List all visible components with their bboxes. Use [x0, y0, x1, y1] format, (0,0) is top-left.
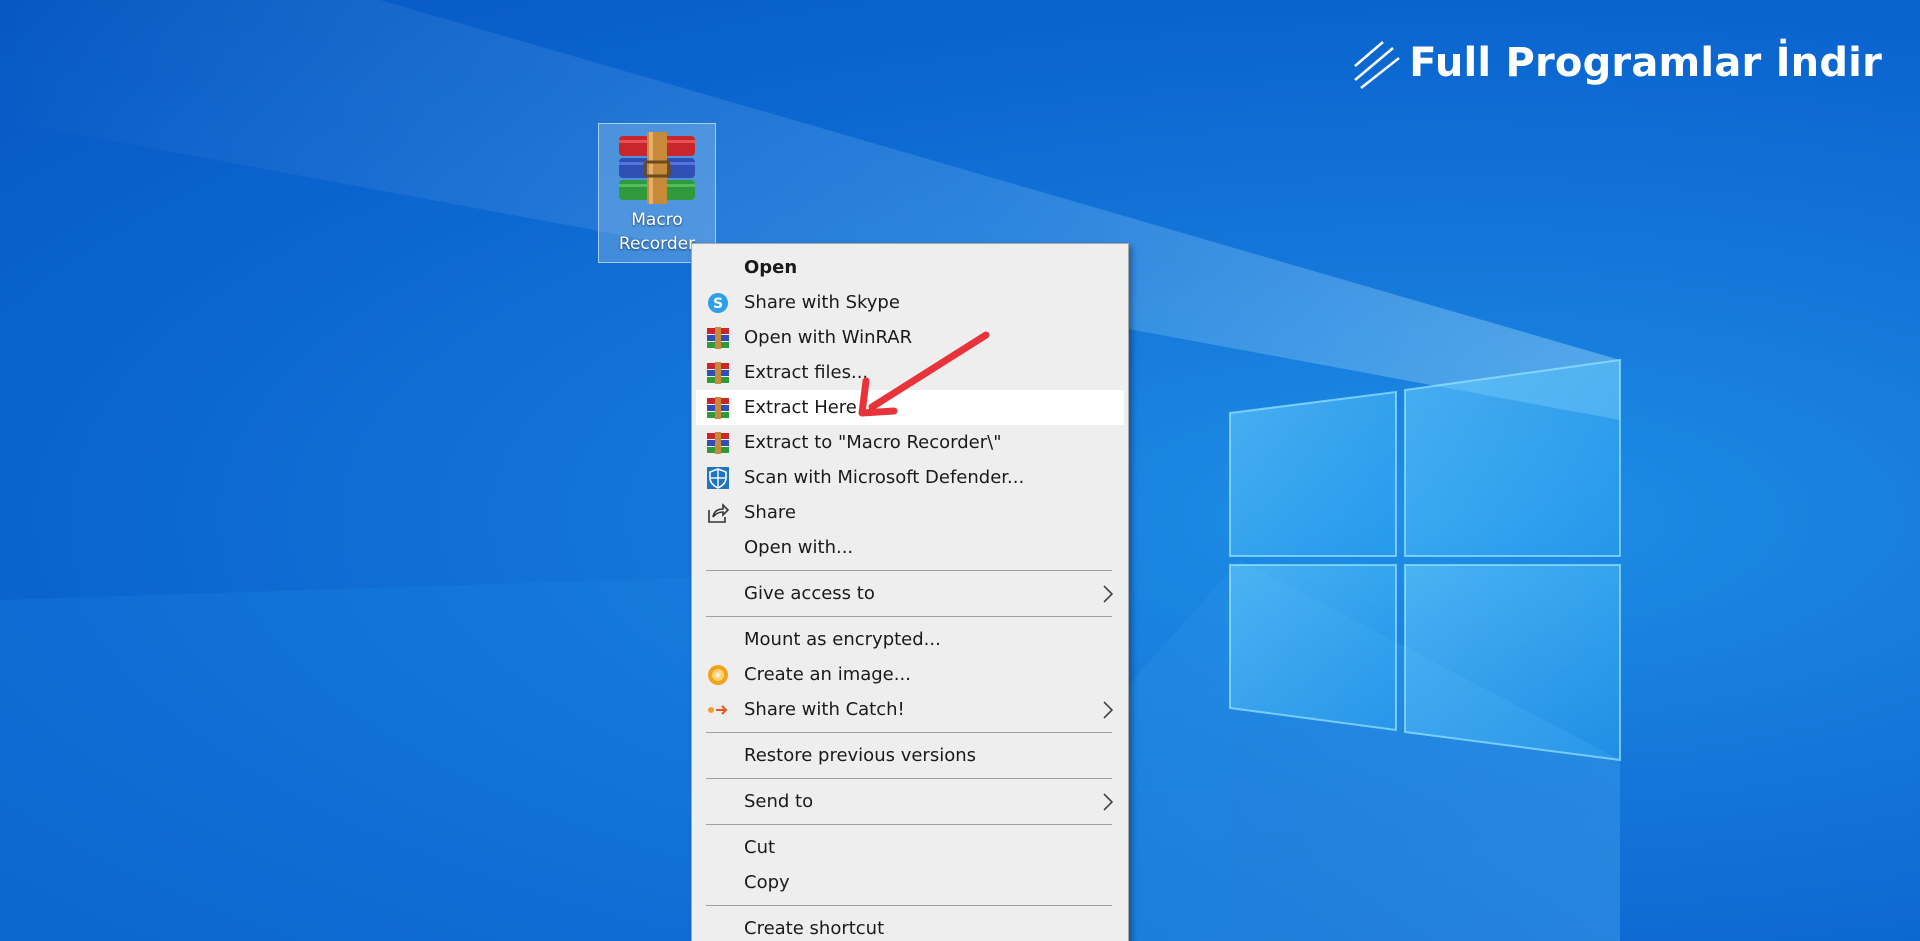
menu-item-label: Send to: [744, 791, 814, 812]
menu-item-restore-previous-versions[interactable]: Restore previous versions: [692, 738, 1128, 773]
desktop-file-icon[interactable]: Macro Recorder: [598, 123, 716, 263]
menu-separator: [706, 905, 1112, 906]
winrar-archive-icon: [619, 132, 695, 204]
menu-item-cut[interactable]: Cut: [692, 830, 1128, 865]
winrar-icon: [707, 397, 729, 419]
winrar-icon: [707, 432, 729, 454]
catch-icon: [708, 705, 728, 715]
menu-item-label: Open with...: [744, 537, 854, 558]
chevron-right-icon: [1103, 793, 1114, 811]
svg-text:S: S: [713, 296, 723, 312]
defender-shield-icon: [707, 467, 729, 489]
share-icon: [708, 503, 730, 523]
menu-item-label: Create an image...: [744, 664, 911, 685]
menu-item-extract-to-folder[interactable]: Extract to "Macro Recorder\": [692, 425, 1128, 460]
menu-item-label: Open: [744, 257, 798, 278]
menu-item-mount-as-encrypted[interactable]: Mount as encrypted...: [692, 622, 1128, 657]
menu-separator: [706, 778, 1112, 779]
menu-separator: [706, 824, 1112, 825]
menu-item-label: Share with Catch!: [744, 699, 905, 720]
menu-item-create-an-image[interactable]: Create an image...: [692, 657, 1128, 692]
menu-separator: [706, 570, 1112, 571]
menu-item-give-access-to[interactable]: Give access to: [692, 576, 1128, 611]
menu-separator: [706, 616, 1112, 617]
chevron-right-icon: [1103, 585, 1114, 603]
annotation-arrow-icon: [858, 331, 990, 417]
skype-icon: S: [708, 293, 728, 313]
menu-item-label: Mount as encrypted...: [744, 629, 941, 650]
winrar-icon: [707, 362, 729, 384]
menu-item-label: Copy: [744, 872, 790, 893]
menu-item-label: Share: [744, 502, 796, 523]
menu-item-label: Share with Skype: [744, 292, 900, 313]
menu-item-label: Create shortcut: [744, 918, 885, 939]
watermark: Full Programlar İndir: [1349, 36, 1882, 90]
menu-item-create-shortcut[interactable]: Create shortcut: [692, 911, 1128, 941]
menu-item-open[interactable]: Open: [692, 250, 1128, 285]
menu-item-copy[interactable]: Copy: [692, 865, 1128, 900]
windows-logo: [1229, 358, 1621, 762]
chevron-right-icon: [1103, 701, 1114, 719]
menu-item-share-with-catch[interactable]: Share with Catch!: [692, 692, 1128, 727]
watermark-text: Full Programlar İndir: [1409, 40, 1882, 86]
desktop[interactable]: Full Programlar İndir Macro Recorder Ope…: [0, 0, 1920, 941]
menu-item-label: Extract to "Macro Recorder\": [744, 432, 1002, 453]
slash-lines-icon: [1354, 41, 1401, 89]
disc-icon: [708, 665, 728, 685]
menu-item-label: Extract Here: [744, 397, 857, 418]
menu-separator: [706, 732, 1112, 733]
menu-item-share-with-skype[interactable]: S Share with Skype: [692, 285, 1128, 320]
menu-item-share[interactable]: Share: [692, 495, 1128, 530]
menu-item-label: Give access to: [744, 583, 875, 604]
menu-item-label: Cut: [744, 837, 776, 858]
winrar-icon: [707, 327, 729, 349]
menu-item-label: Restore previous versions: [744, 745, 977, 766]
menu-item-open-with[interactable]: Open with...: [692, 530, 1128, 565]
menu-item-send-to[interactable]: Send to: [692, 784, 1128, 819]
menu-item-scan-with-defender[interactable]: Scan with Microsoft Defender...: [692, 460, 1128, 495]
menu-item-label: Scan with Microsoft Defender...: [744, 467, 1025, 488]
